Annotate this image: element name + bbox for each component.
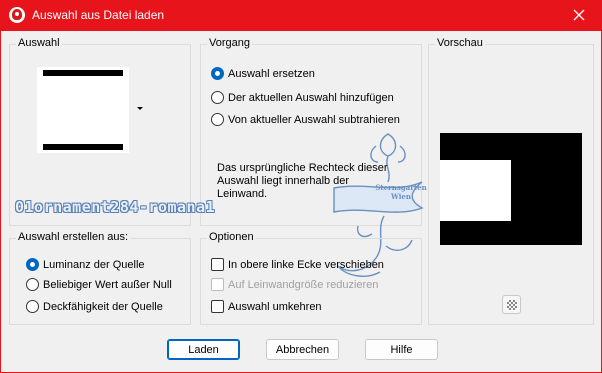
radio-auswahl-ersetzen[interactable]: Auswahl ersetzen — [211, 67, 315, 80]
radio-luminanz[interactable]: Luminanz der Quelle — [26, 258, 145, 271]
radio-label: Deckfähigkeit der Quelle — [43, 300, 163, 313]
close-icon — [573, 9, 585, 21]
dropdown-arrow-icon[interactable] — [137, 107, 143, 110]
watermark-text: 01ornament284-romana1 — [15, 198, 216, 216]
checkbox-auswahl-umkehren[interactable]: Auswahl umkehren — [211, 300, 322, 313]
app-icon — [9, 7, 25, 23]
checkbox-indicator[interactable] — [211, 258, 224, 271]
checkbox-indicator[interactable] — [211, 300, 224, 313]
radio-deckfaehigkeit[interactable]: Deckfähigkeit der Quelle — [26, 300, 163, 313]
radio-label: Beliebiger Wert außer Null — [43, 278, 172, 291]
abbrechen-button[interactable]: Abbrechen — [266, 339, 339, 360]
auswahl-group-title: Auswahl — [16, 37, 62, 49]
optionen-group-title: Optionen — [207, 231, 256, 243]
selection-thumbnail-bottom-bar — [43, 144, 123, 150]
radio-indicator[interactable] — [211, 113, 224, 126]
radio-indicator[interactable] — [26, 258, 39, 271]
title-bar: Auswahl aus Datei laden — [0, 0, 602, 31]
laden-button[interactable]: Laden — [167, 339, 240, 360]
checkerboard-icon — [507, 300, 517, 310]
vorgang-group-title: Vorgang — [207, 37, 252, 49]
radio-indicator[interactable] — [26, 278, 39, 291]
radio-auswahl-subtrahieren[interactable]: Von aktueller Auswahl subtrahieren — [211, 113, 400, 126]
selection-thumbnail-top-bar — [43, 70, 123, 76]
radio-label: Der aktuellen Auswahl hinzufügen — [228, 91, 394, 104]
selection-info-text: Das ursprüngliche Rechteck dieser Auswah… — [217, 162, 388, 200]
checkbox-label: Auf Leinwandgröße reduzieren — [228, 278, 379, 291]
radio-auswahl-hinzufuegen[interactable]: Der aktuellen Auswahl hinzufügen — [211, 91, 394, 104]
radio-beliebiger-wert[interactable]: Beliebiger Wert außer Null — [26, 278, 172, 291]
selection-picker[interactable] — [37, 67, 129, 153]
checkbox-label: Auswahl umkehren — [228, 300, 322, 313]
checkbox-obere-linke-ecke[interactable]: In obere linke Ecke verschieben — [211, 258, 384, 271]
window-title: Auswahl aus Datei laden — [32, 8, 165, 22]
transparency-toggle-button[interactable] — [502, 295, 521, 314]
hilfe-button[interactable]: Hilfe — [365, 339, 438, 360]
radio-indicator[interactable] — [211, 67, 224, 80]
radio-label: Luminanz der Quelle — [43, 258, 145, 271]
close-button[interactable] — [556, 0, 602, 31]
vorschau-group-title: Vorschau — [435, 37, 485, 49]
radio-label: Von aktueller Auswahl subtrahieren — [228, 113, 400, 126]
preview-selection-area — [440, 160, 511, 221]
radio-indicator[interactable] — [211, 91, 224, 104]
radio-label: Auswahl ersetzen — [228, 67, 315, 80]
checkbox-indicator — [211, 278, 224, 291]
preview-canvas — [440, 133, 582, 245]
checkbox-label: In obere linke Ecke verschieben — [228, 258, 384, 271]
dialog-body: Auswahl Vorgang Auswahl ersetzen Der akt… — [0, 31, 602, 373]
auswahl-erstellen-group-title: Auswahl erstellen aus: — [16, 231, 131, 243]
radio-indicator[interactable] — [26, 300, 39, 313]
checkbox-leinwandgroesse: Auf Leinwandgröße reduzieren — [211, 278, 378, 291]
